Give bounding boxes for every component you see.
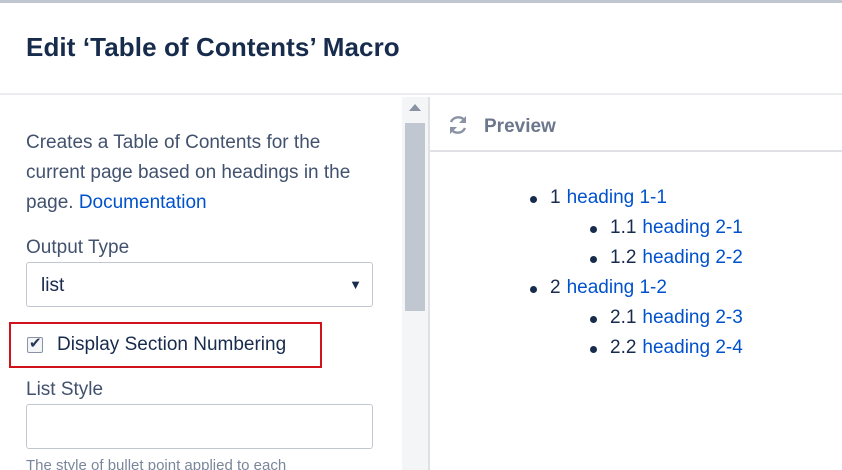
output-type-label: Output Type [26,237,130,258]
documentation-link[interactable]: Documentation [79,192,207,213]
toc-number: 2 [550,277,561,298]
toc-list-item: 1 heading 1-1 [530,187,667,209]
preview-title: Preview [484,116,556,137]
scrollbar-thumb[interactable] [405,123,425,311]
settings-scrollbar[interactable] [402,97,428,470]
toc-link[interactable]: heading 1-1 [567,187,667,208]
toc-number: 1 [550,187,561,208]
bullet-icon [590,226,597,233]
toc-list-item: 2.2 heading 2-4 [590,337,743,359]
macro-settings-panel: Creates a Table of Contents for the curr… [0,97,402,470]
list-style-input[interactable] [26,404,373,449]
toc-link[interactable]: heading 2-4 [642,337,742,358]
toc-list-item: 1.1 heading 2-1 [590,217,743,239]
preview-header: Preview [430,97,842,152]
dialog-header: Edit ‘Table of Contents’ Macro [0,3,842,95]
bullet-icon [530,196,537,203]
refresh-icon[interactable] [446,113,470,137]
toc-link[interactable]: heading 2-2 [642,247,742,268]
toc-link[interactable]: heading 2-1 [642,217,742,238]
toc-list-item: 1.2 heading 2-2 [590,247,743,269]
toc-list-item: 2 heading 1-2 [530,277,667,299]
toc-number: 1.1 [610,217,637,238]
arrow-up-icon[interactable] [409,104,421,111]
bullet-icon [590,346,597,353]
dialog-title: Edit ‘Table of Contents’ Macro [26,32,400,62]
output-type-value: list [41,275,65,296]
bullet-icon [590,256,597,263]
toc-number: 2.1 [610,307,637,328]
toc-number: 1.2 [610,247,637,268]
list-style-label: List Style [26,379,104,400]
list-style-help-text: The style of bullet point applied to eac… [26,457,287,470]
caret-down-icon: ▼ [349,277,362,292]
toc-link[interactable]: heading 1-2 [567,277,667,298]
preview-panel: Preview 1 heading 1-1 1.1 heading 2-1 1.2 h… [430,97,842,470]
bullet-icon [530,286,537,293]
bullet-icon [590,316,597,323]
section-numbering-checkbox[interactable]: ✔ [27,335,43,353]
toc-number: 2.2 [610,337,637,358]
output-type-select[interactable]: list ▼ [26,262,373,307]
toc-link[interactable]: heading 2-3 [642,307,742,328]
section-numbering-label[interactable]: Display Section Numbering [57,334,286,356]
checkmark-icon: ✔ [29,335,42,352]
macro-description: Creates a Table of Contents for the curr… [26,128,366,218]
section-numbering-highlight: ✔ Display Section Numbering [9,322,322,368]
toc-list-item: 2.1 heading 2-3 [590,307,743,329]
